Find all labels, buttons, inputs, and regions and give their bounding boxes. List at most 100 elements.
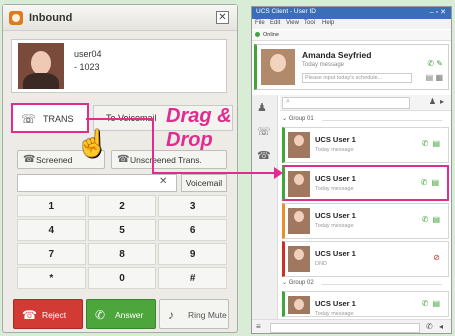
contact-avatar <box>288 246 310 272</box>
key-1[interactable]: 1 <box>17 195 86 217</box>
key-5[interactable]: 5 <box>87 219 157 241</box>
contact-item[interactable]: UCS User 1 DND ⊘ <box>282 241 449 277</box>
reject-button[interactable]: ☎ Reject <box>13 299 83 329</box>
caller-extension: - 1023 <box>74 62 100 72</box>
history-tab-icon[interactable]: ☎ <box>257 149 271 162</box>
ucs-menu-bar: File Edit View Tool Help <box>252 19 451 29</box>
key-8[interactable]: 8 <box>87 243 157 265</box>
key-hash[interactable]: # <box>158 267 227 289</box>
drag-arrow-segment <box>86 118 154 120</box>
search-icon: ⌕ <box>286 98 290 105</box>
trans-label: TRANS <box>43 114 74 124</box>
menu-edit[interactable]: Edit <box>270 20 280 26</box>
key-3[interactable]: 3 <box>158 195 227 217</box>
number-row: ✕ Voicemail <box>17 174 227 192</box>
my-profile-card: Amanda Seyfried Today message Please inp… <box>254 44 449 90</box>
voicemail-button[interactable]: Voicemail <box>181 174 227 192</box>
dnd-icon: ⊘ <box>433 253 444 262</box>
presence-status[interactable]: Online <box>263 32 279 38</box>
ring-mute-label: Ring Mute <box>188 310 227 320</box>
phone-icon[interactable]: ✆ <box>426 322 433 331</box>
unscreened-phone-icon: ☎ <box>117 154 130 165</box>
number-input[interactable] <box>17 174 177 192</box>
contact-item[interactable]: UCS User 1 Today message ✆▤ <box>282 127 449 163</box>
reject-label: Reject <box>42 310 67 320</box>
screen-transfer-row: ☎ Screened ☎ Unscreened Trans. <box>17 150 227 170</box>
close-icon[interactable]: ✕ <box>216 11 229 24</box>
contact-avatar <box>288 171 310 197</box>
chat-input[interactable] <box>270 323 420 333</box>
drag-arrow-segment <box>152 172 276 174</box>
inbound-title-bar: Inbound ✕ <box>3 5 237 31</box>
menu-tool[interactable]: Tool <box>304 20 315 26</box>
contact-avatar <box>288 296 310 314</box>
key-4[interactable]: 4 <box>17 219 86 241</box>
menu-icon[interactable]: ≡ <box>256 322 261 331</box>
drag-drop-caption: Drag & Drop <box>166 104 232 152</box>
caller-card: user04 - 1023 <box>11 39 227 93</box>
screened-label: Screened <box>36 155 73 165</box>
key-6[interactable]: 6 <box>158 219 227 241</box>
answer-button[interactable]: ✆ Answer <box>86 299 156 329</box>
calls-tab-icon[interactable]: ☏ <box>257 125 271 138</box>
contact-name: UCS User 1 <box>315 135 356 144</box>
ucs-title-bar: UCS Client - User ID –▫✕ <box>252 7 451 19</box>
contact-message: DND <box>315 261 327 267</box>
inbound-title: Inbound <box>29 12 73 24</box>
contact-name: UCS User 1 <box>315 211 356 220</box>
contact-message: Today message <box>315 186 354 192</box>
contact-item[interactable]: UCS User 1 Today message ✆▤ <box>282 203 449 239</box>
my-name: Amanda Seyfried <box>302 50 372 60</box>
search-bar: ⌕ ♟▸ <box>280 95 451 111</box>
contact-call-icon[interactable]: ✆▤ <box>422 215 444 224</box>
group-name: Group 02 <box>288 280 314 286</box>
contacts-tab-icon[interactable]: ♟ <box>257 101 267 114</box>
clear-icon[interactable]: ✕ <box>159 176 167 187</box>
menu-help[interactable]: Help <box>322 20 334 26</box>
hand-cursor-icon: ☝ <box>76 128 109 158</box>
my-today-message: Today message <box>302 62 345 68</box>
online-status-icon <box>255 32 260 37</box>
schedule-input[interactable]: Please input today's schedule... <box>302 73 412 83</box>
drag-arrow-segment <box>152 118 154 174</box>
contact-item-drop-target[interactable]: UCS User 1 Today message ✆▤ <box>282 165 449 201</box>
menu-file[interactable]: File <box>255 20 265 26</box>
my-settings-icon[interactable]: ▤ ▦ <box>426 73 443 82</box>
key-9[interactable]: 9 <box>158 243 227 265</box>
answer-label: Answer <box>115 310 144 320</box>
add-contact-icon[interactable]: ♟▸ <box>429 97 448 106</box>
menu-view[interactable]: View <box>286 20 299 26</box>
contact-avatar <box>288 132 310 158</box>
caller-avatar <box>18 43 64 89</box>
window-controls-icon[interactable]: –▫✕ <box>430 8 448 16</box>
contact-message: Today message <box>315 311 354 317</box>
contact-name: UCS User 1 <box>315 174 356 183</box>
chat-input-bar: ≡ ✆ ◂ <box>252 319 451 333</box>
search-input[interactable]: ⌕ <box>282 97 410 109</box>
key-star[interactable]: * <box>17 267 86 289</box>
contact-call-icon[interactable]: ✆▤ <box>422 299 444 308</box>
ring-mute-button[interactable]: ♪ Ring Mute <box>159 299 229 329</box>
unscreened-transfer-button[interactable]: ☎ Unscreened Trans. <box>111 150 227 169</box>
contact-call-icon[interactable]: ✆▤ <box>421 178 443 187</box>
contact-name: UCS User 1 <box>315 299 356 308</box>
group-header-2[interactable]: ⌄ Group 02 <box>282 279 449 289</box>
mute-bell-icon: ♪ <box>168 308 174 322</box>
my-call-icon[interactable]: ✆ ✎ <box>427 59 443 68</box>
drag-arrow-head-icon <box>274 167 283 179</box>
key-2[interactable]: 2 <box>87 195 157 217</box>
caption-line-2: Drop <box>166 129 213 151</box>
key-7[interactable]: 7 <box>17 243 86 265</box>
contact-name: UCS User 1 <box>315 249 356 258</box>
my-avatar <box>261 49 295 85</box>
call-actions: ☎ Reject ✆ Answer ♪ Ring Mute <box>13 299 229 329</box>
contact-call-icon[interactable]: ✆▤ <box>422 139 444 148</box>
key-0[interactable]: 0 <box>87 267 157 289</box>
group-chevron-icon: ⌄ <box>282 280 289 286</box>
volume-icon[interactable]: ◂ <box>439 322 443 331</box>
group-header-1[interactable]: ⌄ Group 01 <box>282 115 449 125</box>
group-chevron-icon: ⌄ <box>282 116 289 122</box>
inbound-window: Inbound ✕ user04 - 1023 ☏ TRANS To Voice… <box>2 4 238 333</box>
screened-phone-icon: ☎ <box>23 154 36 165</box>
contact-item[interactable]: UCS User 1 Today message ✆▤ <box>282 291 449 317</box>
